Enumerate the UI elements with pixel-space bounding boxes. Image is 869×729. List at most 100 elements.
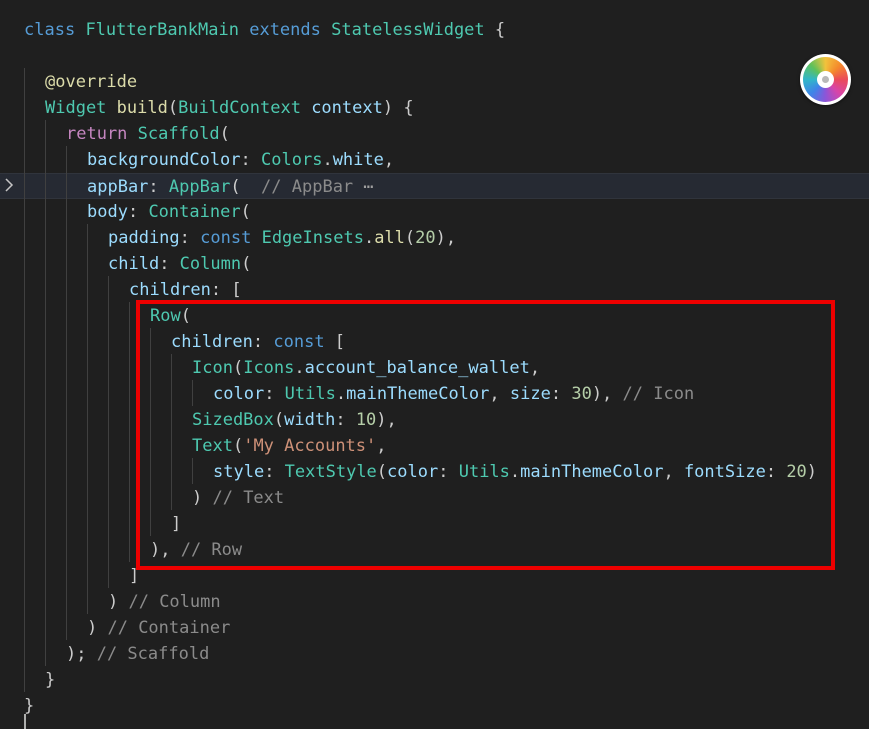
code-token: ( <box>240 202 251 222</box>
code-token: . <box>322 150 333 170</box>
code-line[interactable]: class FlutterBankMain extends StatelessW… <box>0 17 869 43</box>
code-line[interactable]: return Scaffold( <box>0 121 869 147</box>
code-token: } <box>24 696 35 716</box>
code-token: : <box>127 202 149 222</box>
code-token: child <box>108 254 160 274</box>
code-token: : <box>159 254 180 274</box>
code-token: all <box>374 228 405 248</box>
code-token: white <box>332 150 384 170</box>
code-token: ) <box>108 592 129 612</box>
code-token: padding <box>108 228 180 248</box>
code-line[interactable]: @override <box>0 69 869 95</box>
indent-guide <box>129 302 130 562</box>
code-line[interactable] <box>0 43 869 69</box>
code-line-text: appBar: AppBar( // AppBar ⋯ <box>87 174 374 200</box>
code-token: build <box>116 98 168 118</box>
indent-guide <box>108 276 109 588</box>
code-token: : <box>148 177 169 197</box>
code-line-text: ) // Container <box>87 615 230 641</box>
code-token: class <box>24 20 76 40</box>
code-token: ) { <box>382 98 414 118</box>
code-token: : <box>240 150 262 170</box>
code-token: } <box>45 670 56 690</box>
indent-guide <box>45 120 46 666</box>
code-token: @override <box>45 72 138 92</box>
code-token: ); <box>66 644 97 664</box>
code-token: Widget <box>45 98 107 118</box>
code-token: // Container <box>107 618 231 638</box>
code-token: ), <box>435 228 457 248</box>
code-token: FlutterBankMain <box>85 20 239 40</box>
code-line[interactable]: Widget build(BuildContext context) { <box>0 95 869 121</box>
code-line[interactable]: ) // Container <box>0 615 869 641</box>
code-line-text: padding: const EdgeInsets.all(20), <box>108 225 456 251</box>
code-line-text: @override <box>45 69 137 95</box>
code-line-text: Widget build(BuildContext context) { <box>45 95 414 121</box>
code-token: Colors <box>261 150 323 170</box>
code-token: children <box>129 280 211 300</box>
code-token: // Column <box>128 592 221 612</box>
code-line-text: return Scaffold( <box>66 121 230 147</box>
code-token: 20 <box>415 228 436 248</box>
code-line[interactable]: child: Column( <box>0 251 869 277</box>
code-token: , <box>383 150 395 170</box>
code-token: . <box>363 228 375 248</box>
code-line-text: body: Container( <box>87 199 251 225</box>
code-token: ( <box>230 177 262 197</box>
code-line[interactable]: padding: const EdgeInsets.all(20), <box>0 225 869 251</box>
code-token: Column <box>179 254 242 274</box>
code-line-text: } <box>45 667 55 693</box>
code-token: return <box>66 124 128 144</box>
chevron-right-icon[interactable] <box>2 177 16 193</box>
indent-guide <box>66 146 67 640</box>
code-token: { <box>484 20 506 40</box>
code-token: BuildContext <box>178 98 301 118</box>
color-wheel-icon[interactable] <box>800 54 851 105</box>
code-line[interactable]: } <box>0 667 869 693</box>
code-line-text: ); // Scaffold <box>66 641 209 667</box>
code-token: // Scaffold <box>96 644 210 664</box>
code-token: appBar <box>87 177 149 197</box>
code-token: ( <box>167 98 179 118</box>
code-token: StatelessWidget <box>331 20 485 40</box>
code-line[interactable]: backgroundColor: Colors.white, <box>0 147 869 173</box>
code-token: // AppBar <box>261 177 354 197</box>
code-token: context <box>311 98 383 118</box>
code-token: AppBar <box>168 177 231 197</box>
code-token: extends <box>249 20 321 40</box>
code-line-text: class FlutterBankMain extends StatelessW… <box>24 17 505 43</box>
code-token: ⋯ <box>353 177 374 197</box>
code-token: : <box>179 228 201 248</box>
code-editor[interactable]: }}); // Scaffold) // Container) // Colum… <box>0 0 869 729</box>
code-token: ( <box>219 124 230 144</box>
text-cursor <box>24 714 26 729</box>
code-token: Scaffold <box>137 124 220 144</box>
code-line[interactable]: } <box>0 693 869 719</box>
code-line-text: ) // Column <box>108 589 221 615</box>
code-token: ( <box>241 254 252 274</box>
indent-guide <box>87 224 88 614</box>
code-line[interactable]: ) // Column <box>0 589 869 615</box>
code-line-text: child: Column( <box>108 251 251 277</box>
code-line[interactable]: appBar: AppBar( // AppBar ⋯ <box>0 173 869 199</box>
code-token: backgroundColor <box>87 150 241 170</box>
indent-guide <box>24 68 25 692</box>
code-token: : [ <box>210 280 242 300</box>
code-line[interactable]: ); // Scaffold <box>0 641 869 667</box>
code-token: ) <box>87 618 108 638</box>
code-token: Container <box>148 202 241 222</box>
code-line-text: backgroundColor: Colors.white, <box>87 147 394 173</box>
code-token: const <box>200 228 252 248</box>
highlight-box <box>136 300 835 570</box>
code-token: EdgeInsets <box>261 228 364 248</box>
code-token: ( <box>404 228 416 248</box>
code-token: body <box>87 202 128 222</box>
code-line[interactable]: body: Container( <box>0 199 869 225</box>
